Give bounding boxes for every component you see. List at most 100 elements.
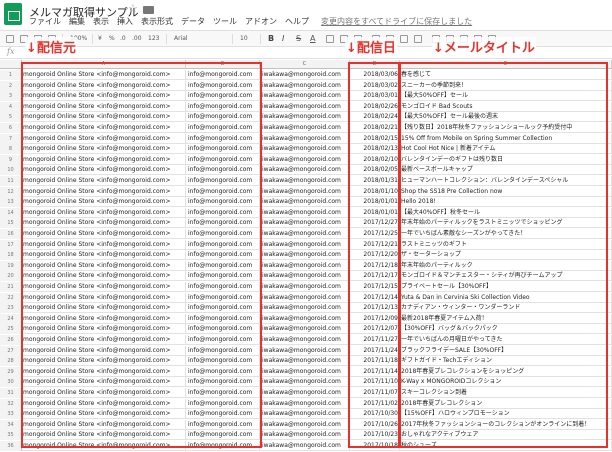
cell-sender[interactable]: mongoroid Online Store <info@mongoroid.c… [22,197,186,208]
cell-date[interactable]: 2017/10/23 [350,430,400,441]
cell-to-address[interactable]: iwakawa@mongoroid.com [260,123,350,133]
cell-subject[interactable]: 秋のシューズ [400,441,612,451]
cell-sender[interactable]: mongoroid Online Store <info@mongoroid.c… [22,419,186,430]
cell-from-address[interactable]: info@mongoroid.com [186,419,260,430]
cell-sender[interactable]: mongoroid Online Store <info@mongoroid.c… [22,91,186,102]
cell-subject[interactable]: ギフトガイド・Techエディション [400,356,612,367]
cell-sender[interactable]: mongoroid Online Store <info@mongoroid.c… [22,292,186,303]
bold-button[interactable]: B [268,34,274,43]
cell-to-address[interactable]: iwakawa@mongoroid.com [260,239,350,250]
cell-to-address[interactable]: iwakawa@mongoroid.com [260,324,350,335]
cell-date[interactable]: 2018/01/01 [350,197,400,208]
cell-from-address[interactable]: info@mongoroid.com [186,144,260,155]
column-header-d[interactable]: D [350,60,400,69]
row-number[interactable]: 29 [0,366,22,377]
cell-subject[interactable]: モンゴロイド Bad Scouts [400,101,612,112]
cell-sender[interactable]: mongoroid Online Store <info@mongoroid.c… [22,207,186,218]
cell-sender[interactable]: mongoroid Online Store <info@mongoroid.c… [22,165,186,176]
cell-to-address[interactable]: iwakawa@mongoroid.com [260,441,350,451]
cell-to-address[interactable]: iwakawa@mongoroid.com [260,101,350,112]
cell-to-address[interactable]: iwakawa@mongoroid.com [260,335,350,345]
cell-subject[interactable]: 【30%OFF】バッグ＆バックパック [400,324,612,335]
cell-from-address[interactable]: info@mongoroid.com [186,398,260,409]
cell-from-address[interactable]: info@mongoroid.com [186,292,260,303]
cell-subject[interactable]: Hot Cool Hot Nice | 新着アイテム [400,144,612,155]
cell-from-address[interactable]: info@mongoroid.com [186,165,260,176]
row-number[interactable]: 6 [0,123,22,133]
cell-to-address[interactable]: iwakawa@mongoroid.com [260,366,350,377]
cell-from-address[interactable]: info@mongoroid.com [186,441,260,451]
row-number[interactable]: 35 [0,430,22,441]
row-number[interactable]: 21 [0,282,22,292]
cell-to-address[interactable]: iwakawa@mongoroid.com [260,229,350,239]
row-number[interactable]: 33 [0,409,22,420]
cell-subject[interactable]: 【最大50%OFF】セール最後の週末 [400,112,612,123]
row-number[interactable]: 8 [0,144,22,155]
cell-subject[interactable]: 年末年始のパーティルックをラストミニッツでショッピング [400,218,612,229]
cell-date[interactable]: 2018/02/15 [350,133,400,144]
cell-date[interactable]: 2017/11/24 [350,345,400,356]
cell-subject[interactable]: 【15%OFF】ハロウィンプロモーション [400,409,612,420]
cell-sender[interactable]: mongoroid Online Store <info@mongoroid.c… [22,239,186,250]
cell-date[interactable]: 2017/12/17 [350,271,400,282]
cell-from-address[interactable]: info@mongoroid.com [186,133,260,144]
cell-date[interactable]: 2018/02/24 [350,112,400,123]
row-number[interactable]: 20 [0,271,22,282]
cell-date[interactable]: 2018/03/02 [350,80,400,91]
cell-from-address[interactable]: info@mongoroid.com [186,80,260,91]
menu-edit[interactable]: 編集 [69,16,85,30]
cell-to-address[interactable]: iwakawa@mongoroid.com [260,112,350,123]
cell-date[interactable]: 2017/10/26 [350,419,400,430]
italic-button[interactable]: I [282,34,284,43]
star-icon[interactable]: ☆ [128,2,138,15]
cell-date[interactable]: 2018/03/06 [350,70,400,80]
cell-to-address[interactable]: iwakawa@mongoroid.com [260,388,350,398]
cell-date[interactable]: 2017/12/27 [350,218,400,229]
cell-sender[interactable]: mongoroid Online Store <info@mongoroid.c… [22,229,186,239]
row-number[interactable]: 17 [0,239,22,250]
spreadsheet-grid[interactable]: A B C D E 1 mongoroid Online Store <info@… [0,60,612,452]
cell-from-address[interactable]: info@mongoroid.com [186,388,260,398]
row-number[interactable]: 11 [0,176,22,186]
cell-from-address[interactable]: info@mongoroid.com [186,91,260,102]
cell-subject[interactable]: 15% Off from Mobile on Spring Summer Col… [400,133,612,144]
row-number[interactable]: 28 [0,356,22,367]
cell-from-address[interactable]: info@mongoroid.com [186,345,260,356]
cell-date[interactable]: 2018/02/26 [350,101,400,112]
cell-to-address[interactable]: iwakawa@mongoroid.com [260,186,350,197]
cell-from-address[interactable]: info@mongoroid.com [186,154,260,165]
cell-to-address[interactable]: iwakawa@mongoroid.com [260,70,350,80]
cell-date[interactable]: 2017/10/30 [350,409,400,420]
cell-from-address[interactable]: info@mongoroid.com [186,409,260,420]
cell-to-address[interactable]: iwakawa@mongoroid.com [260,377,350,388]
cell-sender[interactable]: mongoroid Online Store <info@mongoroid.c… [22,186,186,197]
menu-file[interactable]: ファイル [29,16,61,30]
cell-to-address[interactable]: iwakawa@mongoroid.com [260,91,350,102]
cell-subject[interactable]: カナディアン・ウィンター・ワンダーランド [400,303,612,314]
cell-to-address[interactable]: iwakawa@mongoroid.com [260,303,350,314]
row-number[interactable]: 1 [0,70,22,80]
cell-to-address[interactable]: iwakawa@mongoroid.com [260,345,350,356]
cell-to-address[interactable]: iwakawa@mongoroid.com [260,176,350,186]
cell-from-address[interactable]: info@mongoroid.com [186,123,260,133]
row-number[interactable]: 19 [0,260,22,271]
cell-from-address[interactable]: info@mongoroid.com [186,260,260,271]
cell-subject[interactable]: バレンタインデーのギフトは残り数日 [400,154,612,165]
cell-sender[interactable]: mongoroid Online Store <info@mongoroid.c… [22,218,186,229]
row-number[interactable]: 7 [0,133,22,144]
cell-to-address[interactable]: iwakawa@mongoroid.com [260,197,350,208]
cell-from-address[interactable]: info@mongoroid.com [186,282,260,292]
cell-sender[interactable]: mongoroid Online Store <info@mongoroid.c… [22,123,186,133]
cell-date[interactable]: 2018/02/13 [350,144,400,155]
cell-date[interactable]: 2017/11/27 [350,335,400,345]
cell-date[interactable]: 2017/12/21 [350,239,400,250]
rotate-icon[interactable] [414,35,422,43]
cell-to-address[interactable]: iwakawa@mongoroid.com [260,144,350,155]
cell-sender[interactable]: mongoroid Online Store <info@mongoroid.c… [22,101,186,112]
column-header-a[interactable]: A [22,60,186,69]
cell-subject[interactable]: 最新ベースボールキャップ [400,165,612,176]
cell-date[interactable]: 2017/12/18 [350,260,400,271]
cell-to-address[interactable]: iwakawa@mongoroid.com [260,80,350,91]
cell-subject[interactable]: 一年でいちばんの月曜日がやってきた [400,335,612,345]
row-number[interactable]: 34 [0,419,22,430]
